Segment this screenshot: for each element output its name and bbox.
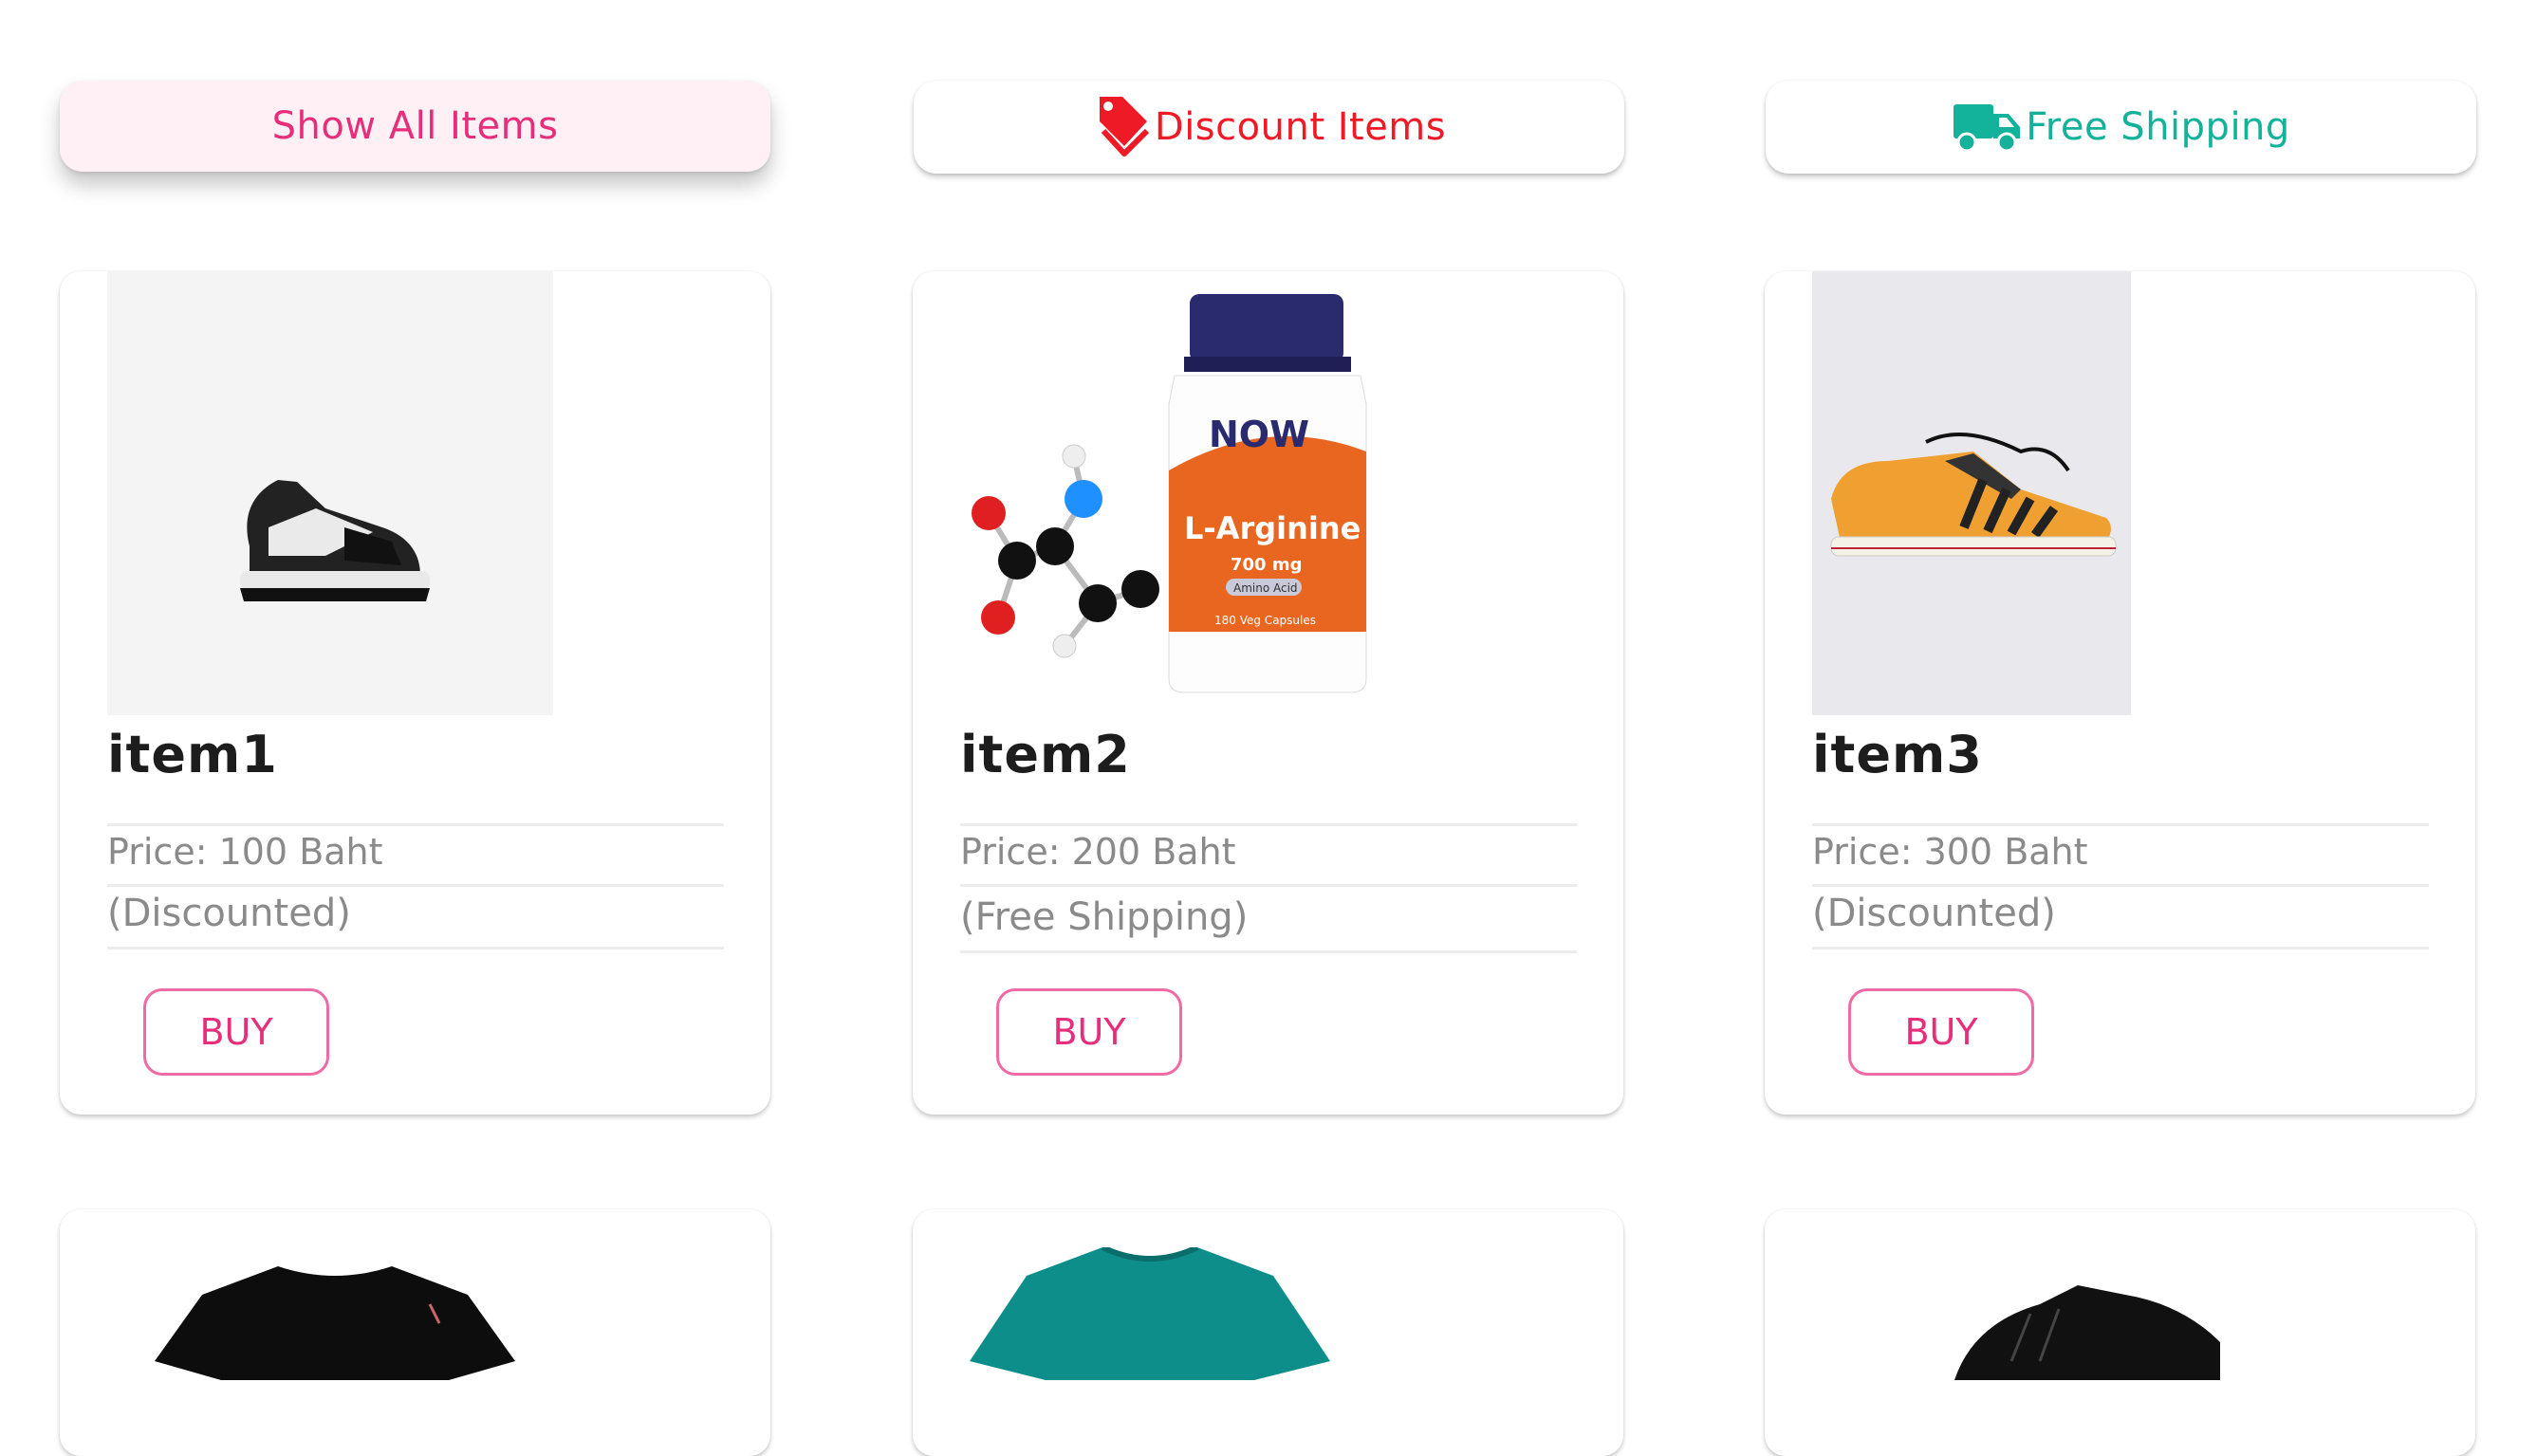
free-shipping-label: Free Shipping <box>2026 105 2290 149</box>
divider <box>1812 947 2429 949</box>
product-image-teal-tshirt <box>970 1247 1330 1380</box>
product-card: item3 Price: 300 Baht (Discounted) BUY <box>1765 271 2475 1115</box>
product-image-canvas-shoe <box>1812 271 2131 715</box>
product-price: Price: 100 Baht <box>107 831 383 873</box>
product-card <box>1765 1209 2475 1456</box>
divider <box>960 884 1577 887</box>
tag-icon <box>1099 97 1150 157</box>
product-card <box>913 1209 1623 1456</box>
bottle-count: 180 Veg Capsules <box>1214 614 1316 627</box>
buy-button[interactable]: BUY <box>1848 988 2034 1076</box>
product-name: item3 <box>1812 725 1983 784</box>
divider <box>960 823 1577 826</box>
product-card: item1 Price: 100 Baht (Discounted) BUY <box>60 271 770 1115</box>
bottle-title: L-Arginine <box>1184 510 1361 546</box>
show-all-items-button[interactable]: Show All Items <box>60 81 770 172</box>
product-image-supplement: NOW L-Arginine 700 mg Amino Acid 180 Veg… <box>972 294 1367 693</box>
discount-items-button[interactable]: Discount Items <box>914 81 1624 174</box>
show-all-label: Show All Items <box>271 104 559 148</box>
buy-button[interactable]: BUY <box>143 988 329 1076</box>
product-image-black-sneaker <box>1954 1285 2220 1380</box>
product-name: item1 <box>107 725 278 784</box>
product-note: (Discounted) <box>1812 892 2056 935</box>
product-card: NOW L-Arginine 700 mg Amino Acid 180 Veg… <box>913 271 1623 1115</box>
divider <box>1812 823 2429 826</box>
bottle-tag: Amino Acid <box>1233 581 1298 595</box>
bottle-dose: 700 mg <box>1231 555 1302 575</box>
product-price: Price: 300 Baht <box>1812 831 2088 873</box>
free-shipping-button[interactable]: Free Shipping <box>1766 81 2476 174</box>
product-note: (Free Shipping) <box>960 895 1249 939</box>
product-card <box>60 1209 770 1456</box>
filter-bar: Show All Items Discount Items Free Shipp… <box>60 81 2477 175</box>
buy-button[interactable]: BUY <box>996 988 1182 1076</box>
bottle-brand: NOW <box>1209 414 1309 455</box>
divider <box>960 950 1577 953</box>
product-note: (Discounted) <box>107 892 351 935</box>
product-image-sneaker <box>107 271 553 715</box>
discount-items-label: Discount Items <box>1154 105 1447 149</box>
product-image-black-tshirt <box>155 1266 515 1380</box>
product-price: Price: 200 Baht <box>960 831 1236 873</box>
divider <box>1812 884 2429 887</box>
divider <box>107 947 724 949</box>
divider <box>107 823 724 826</box>
product-name: item2 <box>960 725 1131 784</box>
truck-icon <box>1954 104 2021 153</box>
divider <box>107 884 724 887</box>
